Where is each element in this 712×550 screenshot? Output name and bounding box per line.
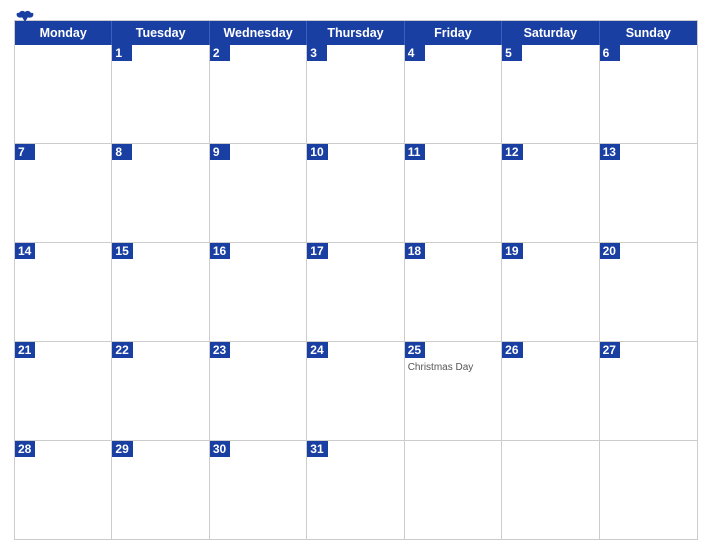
day-cell: 26 (502, 342, 599, 440)
day-cell: 7 (15, 144, 112, 242)
week-row-2: 7 8 9 10 11 12 13 (15, 143, 697, 242)
day-number: 3 (307, 45, 327, 61)
day-number: 9 (210, 144, 230, 160)
day-number: 31 (307, 441, 327, 457)
day-cell: 17 (307, 243, 404, 341)
day-cell (502, 441, 599, 539)
day-cell: 14 (15, 243, 112, 341)
calendar-grid: MondayTuesdayWednesdayThursdayFridaySatu… (14, 20, 698, 540)
day-number: 21 (15, 342, 35, 358)
day-cell: 31 (307, 441, 404, 539)
day-number: 28 (15, 441, 35, 457)
logo-bird-icon (16, 10, 34, 24)
day-cell: 30 (210, 441, 307, 539)
day-number: 8 (112, 144, 132, 160)
day-number: 25 (405, 342, 425, 358)
day-number: 23 (210, 342, 230, 358)
day-cell: 11 (405, 144, 502, 242)
day-cell: 19 (502, 243, 599, 341)
day-cell: 5 (502, 45, 599, 143)
day-header-wednesday: Wednesday (210, 21, 307, 45)
day-header-sunday: Sunday (600, 21, 697, 45)
day-header-monday: Monday (15, 21, 112, 45)
day-cell: 20 (600, 243, 697, 341)
day-number: 17 (307, 243, 327, 259)
day-cell (600, 441, 697, 539)
logo-blue-text (14, 10, 34, 24)
day-number: 22 (112, 342, 132, 358)
day-header-thursday: Thursday (307, 21, 404, 45)
header (14, 10, 698, 14)
day-cell: 28 (15, 441, 112, 539)
day-number: 18 (405, 243, 425, 259)
day-number: 10 (307, 144, 327, 160)
day-number: 27 (600, 342, 620, 358)
day-number: 13 (600, 144, 620, 160)
day-cell: 9 (210, 144, 307, 242)
day-cell (15, 45, 112, 143)
day-headers-row: MondayTuesdayWednesdayThursdayFridaySatu… (15, 21, 697, 45)
day-number: 7 (15, 144, 35, 160)
logo (14, 10, 34, 24)
day-number: 16 (210, 243, 230, 259)
day-cell: 18 (405, 243, 502, 341)
day-number: 26 (502, 342, 522, 358)
day-cell: 23 (210, 342, 307, 440)
day-cell: 15 (112, 243, 209, 341)
week-row-1: 1 2 3 4 5 6 (15, 45, 697, 143)
calendar-page: MondayTuesdayWednesdayThursdayFridaySatu… (0, 0, 712, 550)
day-number: 19 (502, 243, 522, 259)
day-cell: 2 (210, 45, 307, 143)
day-number: 5 (502, 45, 522, 61)
day-cell: 1 (112, 45, 209, 143)
day-cell: 27 (600, 342, 697, 440)
day-header-friday: Friday (405, 21, 502, 45)
day-number: 6 (600, 45, 620, 61)
day-number: 15 (112, 243, 132, 259)
day-cell (405, 441, 502, 539)
day-cell: 29 (112, 441, 209, 539)
day-cell: 25 Christmas Day (405, 342, 502, 440)
day-number: 24 (307, 342, 327, 358)
day-number: 14 (15, 243, 35, 259)
day-number: 11 (405, 144, 425, 160)
day-number: 2 (210, 45, 230, 61)
day-cell: 16 (210, 243, 307, 341)
day-cell: 12 (502, 144, 599, 242)
event-label: Christmas Day (405, 360, 501, 373)
day-cell: 13 (600, 144, 697, 242)
day-cell: 22 (112, 342, 209, 440)
day-cell: 10 (307, 144, 404, 242)
day-cell: 6 (600, 45, 697, 143)
week-row-3: 14 15 16 17 18 19 20 (15, 242, 697, 341)
day-number: 12 (502, 144, 522, 160)
day-number: 1 (112, 45, 132, 61)
week-row-5: 28 29 30 31 (15, 440, 697, 539)
day-cell: 21 (15, 342, 112, 440)
day-number: 20 (600, 243, 620, 259)
week-row-4: 21 22 23 24 25 Christmas Day26 27 (15, 341, 697, 440)
day-cell: 8 (112, 144, 209, 242)
day-header-saturday: Saturday (502, 21, 599, 45)
day-number: 29 (112, 441, 132, 457)
day-header-tuesday: Tuesday (112, 21, 209, 45)
day-cell: 4 (405, 45, 502, 143)
day-number: 30 (210, 441, 230, 457)
day-cell: 24 (307, 342, 404, 440)
day-number: 4 (405, 45, 425, 61)
day-cell: 3 (307, 45, 404, 143)
weeks-container: 1234567891011121314151617181920212223242… (15, 45, 697, 539)
